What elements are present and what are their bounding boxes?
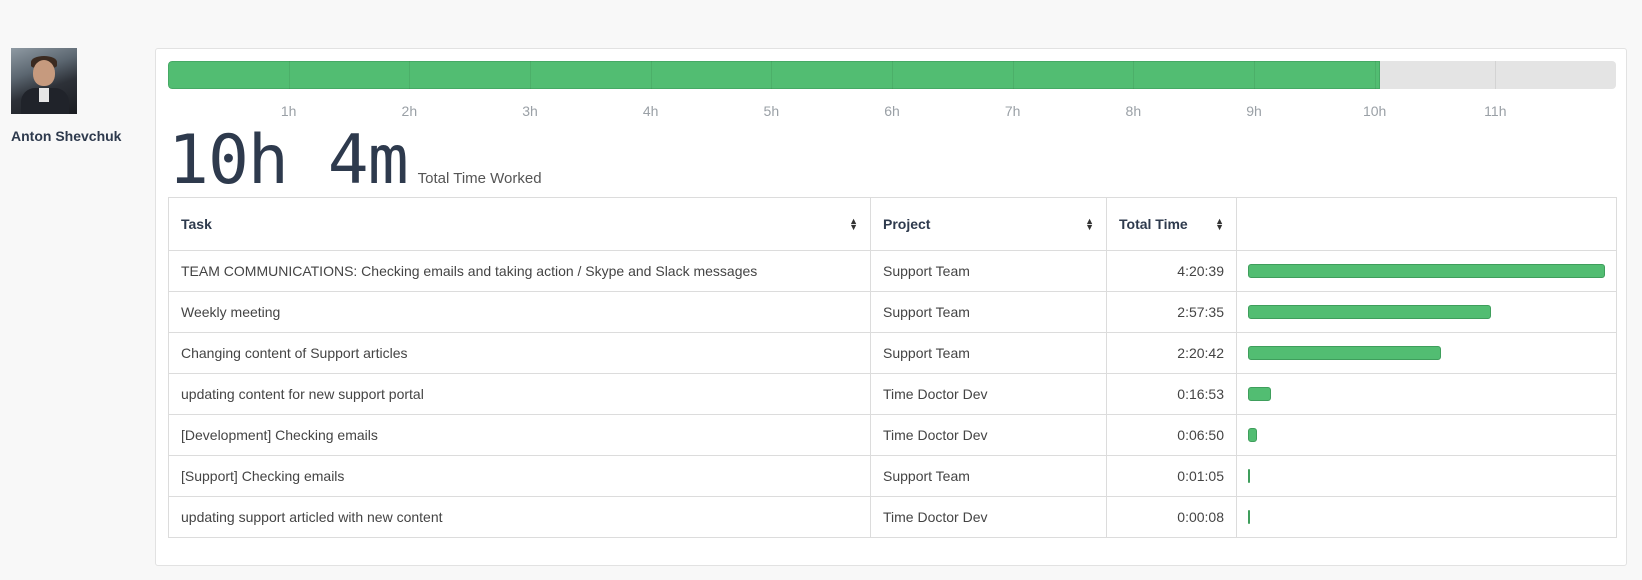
tasks-table: Task ▲ ▼ Project ▲ ▼ Total Time ▲ ▼ TEAM CO… (168, 197, 1617, 538)
time-bar (1248, 305, 1492, 319)
hour-label: 3h (522, 103, 538, 119)
total-time-label: Total Time Worked (417, 170, 542, 187)
bar-cell (1236, 250, 1617, 292)
task-cell: updating content for new support portal (168, 373, 871, 415)
timeline-hour-labels: 1h 2h 3h 4h 5h 6h 7h 8h 9h 10h 11h (168, 103, 1616, 121)
time-bar (1248, 510, 1251, 524)
timeline-hour-tick (530, 61, 531, 89)
project-cell: Support Team (870, 455, 1107, 497)
time-cell: 2:57:35 (1106, 291, 1237, 333)
bar-cell (1236, 332, 1617, 374)
task-cell: Changing content of Support articles (168, 332, 871, 374)
table-row[interactable]: updating support articled with new conte… (168, 496, 1617, 538)
time-cell: 0:01:05 (1106, 455, 1237, 497)
hour-label: 2h (401, 103, 418, 119)
sort-icon[interactable]: ▲ ▼ (1215, 217, 1224, 232)
project-cell: Time Doctor Dev (870, 496, 1107, 538)
total-time-value: 10h 4m (168, 121, 409, 200)
table-row[interactable]: Changing content of Support articles Sup… (168, 332, 1617, 374)
sort-icon[interactable]: ▲ ▼ (1085, 217, 1094, 232)
time-bar (1248, 264, 1605, 278)
sort-icon[interactable]: ▲ ▼ (849, 217, 858, 232)
hour-label: 11h (1484, 103, 1507, 119)
time-bar (1248, 428, 1258, 442)
time-cell: 4:20:39 (1106, 250, 1237, 292)
hour-label: 1h (280, 103, 297, 119)
project-cell: Support Team (870, 250, 1107, 292)
column-header-total-time[interactable]: Total Time ▲ ▼ (1106, 197, 1237, 251)
hour-label: 4h (642, 103, 659, 119)
timeline-bar (168, 61, 1616, 89)
avatar[interactable] (11, 48, 77, 114)
user-profile: Anton Shevchuk (11, 48, 141, 144)
bar-cell (1236, 373, 1617, 415)
table-row[interactable]: TEAM COMMUNICATIONS: Checking emails and… (168, 250, 1617, 292)
hour-label: 8h (1125, 103, 1142, 119)
bar-cell (1236, 455, 1617, 497)
time-bar (1248, 469, 1251, 483)
timeline-hour-tick (771, 61, 773, 89)
hour-label: 6h (884, 103, 900, 119)
time-cell: 0:06:50 (1106, 414, 1237, 456)
table-row[interactable]: Weekly meeting Support Team 2:57:35 (168, 291, 1617, 333)
project-cell: Support Team (870, 291, 1107, 333)
task-cell: updating support articled with new conte… (168, 496, 871, 538)
bar-cell (1236, 291, 1617, 333)
table-row[interactable]: [Development] Checking emails Time Docto… (168, 414, 1617, 456)
total-time-summary: 10h 4m Total Time Worked (168, 121, 542, 200)
hour-label: 10h (1362, 103, 1387, 119)
bar-cell (1236, 414, 1617, 456)
task-cell: [Support] Checking emails (168, 455, 871, 497)
column-header-total-time-label: Total Time (1119, 216, 1188, 232)
timeline-hour-tick (409, 61, 411, 89)
timeline-hour-tick (1254, 61, 1255, 89)
project-cell: Support Team (870, 332, 1107, 374)
table-header-row: Task ▲ ▼ Project ▲ ▼ Total Time ▲ ▼ (168, 197, 1617, 251)
hour-label: 9h (1246, 103, 1262, 119)
time-cell: 2:20:42 (1106, 332, 1237, 374)
column-header-project[interactable]: Project ▲ ▼ (870, 197, 1107, 251)
task-cell: [Development] Checking emails (168, 414, 871, 456)
bar-cell (1236, 496, 1617, 538)
time-bar (1248, 387, 1272, 401)
timeline-hour-tick (288, 61, 290, 89)
task-cell: Weekly meeting (168, 291, 871, 333)
column-header-bar (1236, 197, 1617, 251)
time-cell: 0:00:08 (1106, 496, 1237, 538)
time-bar (1248, 346, 1441, 360)
timeline-hour-tick (1012, 61, 1014, 89)
timeline-hour-tick (1133, 61, 1135, 89)
table-row[interactable]: [Support] Checking emails Support Team 0… (168, 455, 1617, 497)
time-cell: 0:16:53 (1106, 373, 1237, 415)
hour-label: 7h (1004, 103, 1021, 119)
hour-label: 5h (763, 103, 780, 119)
timeline-hour-tick (892, 61, 893, 89)
timeline-worked-fill (168, 61, 1381, 89)
project-cell: Time Doctor Dev (870, 373, 1107, 415)
column-header-task[interactable]: Task ▲ ▼ (168, 197, 871, 251)
table-row[interactable]: updating content for new support portal … (168, 373, 1617, 415)
task-cell: TEAM COMMUNICATIONS: Checking emails and… (168, 250, 871, 292)
timeline-hour-tick (650, 61, 652, 89)
timeline-hour-tick (1374, 61, 1376, 89)
timeline-hour-tick (1495, 61, 1497, 89)
project-cell: Time Doctor Dev (870, 414, 1107, 456)
column-header-project-label: Project (883, 216, 931, 232)
user-name: Anton Shevchuk (11, 128, 122, 144)
time-report-panel: 1h 2h 3h 4h 5h 6h 7h 8h 9h 10h 11h 10h 4m Total Ti… (155, 48, 1627, 566)
column-header-task-label: Task (181, 216, 212, 232)
